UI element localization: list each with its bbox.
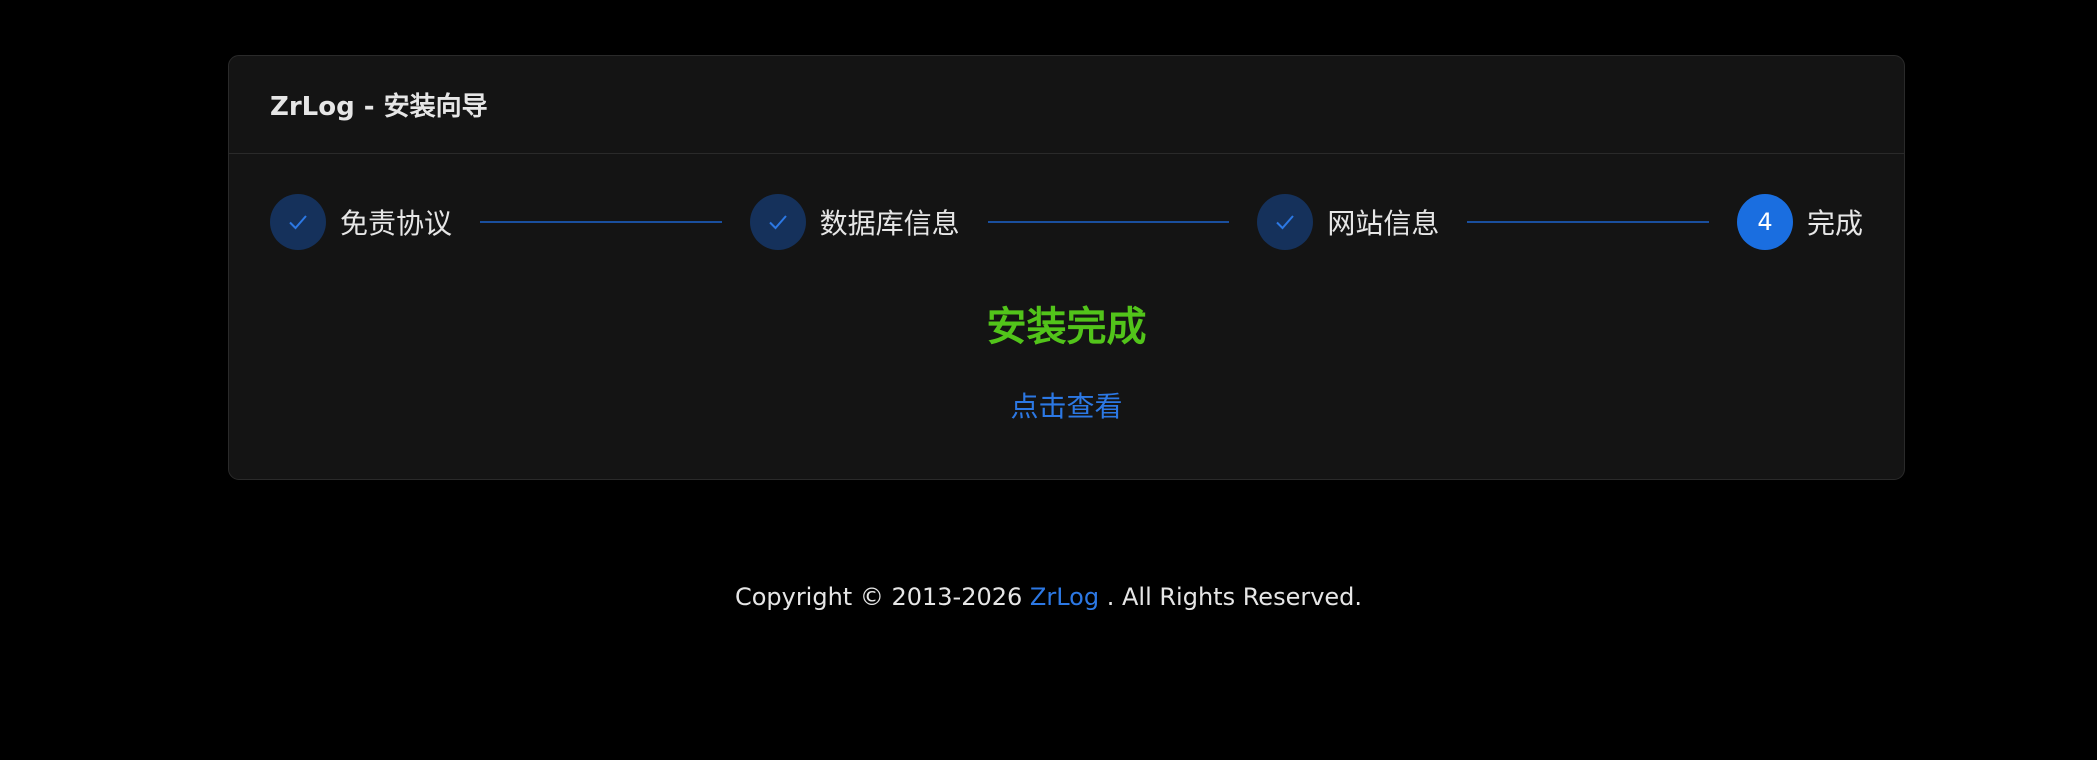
view-site-link[interactable]: 点击查看	[229, 385, 1904, 425]
steps-bar: 免责协议 数据库信息 网站信息 4 完成	[270, 194, 1863, 250]
step-connector	[1467, 221, 1709, 223]
check-icon	[270, 194, 326, 250]
install-complete-title: 安装完成	[986, 304, 1147, 350]
step-finish: 4 完成	[1736, 194, 1863, 250]
copyright-text: Copyright © 2013-2026	[734, 583, 1030, 611]
step-label: 免责协议	[340, 207, 453, 240]
install-wizard-card: ZrLog - 安装向导 免责协议 数据库信息 网站信息 4 完成 安装完成 点…	[228, 55, 1905, 480]
rights-text: . All Rights Reserved.	[1099, 583, 1363, 611]
step-connector	[987, 221, 1230, 223]
step-database: 数据库信息	[749, 194, 960, 250]
check-icon	[749, 194, 806, 250]
card-header: ZrLog - 安装向导	[229, 56, 1904, 154]
step-site-info: 网站信息	[1257, 194, 1439, 250]
step-disclaimer: 免责协议	[270, 194, 452, 250]
check-icon	[1257, 194, 1314, 250]
step-label: 完成	[1806, 207, 1863, 240]
step-label: 网站信息	[1327, 207, 1440, 240]
brand-link[interactable]: ZrLog	[1030, 583, 1099, 611]
step-number: 4	[1736, 194, 1793, 250]
footer: Copyright © 2013-2026 ZrLog . All Rights…	[0, 583, 2097, 611]
step-label: 数据库信息	[819, 207, 960, 240]
page-title: ZrLog - 安装向导	[270, 92, 488, 122]
step-connector	[480, 221, 722, 223]
